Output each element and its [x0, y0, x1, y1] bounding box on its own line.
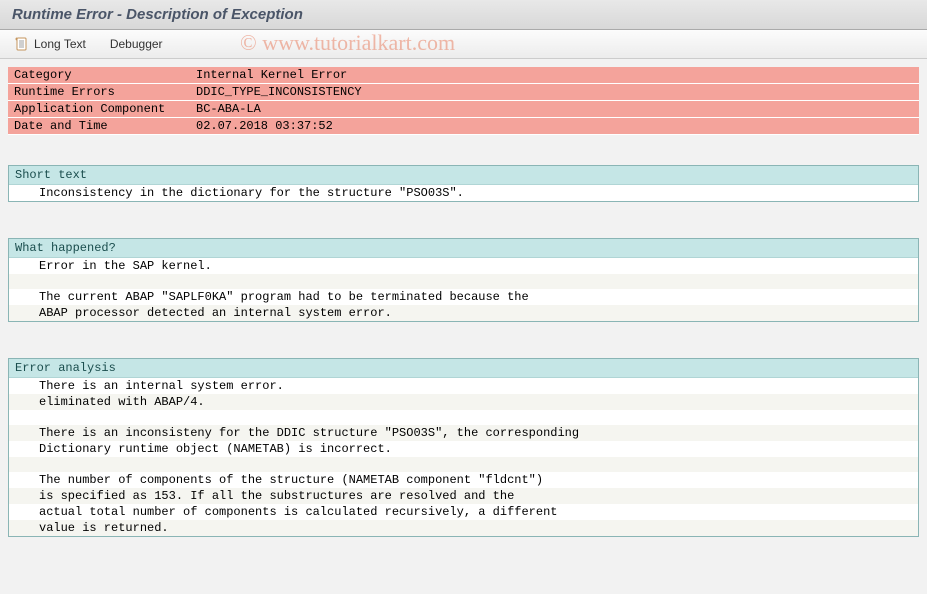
page-title: Runtime Error - Description of Exception	[12, 6, 915, 23]
text-line	[9, 457, 918, 472]
error-info-block: Category Internal Kernel Error Runtime E…	[8, 67, 919, 135]
info-value: Internal Kernel Error	[196, 68, 913, 82]
section-body: Inconsistency in the dictionary for the …	[9, 185, 918, 201]
content-area: Category Internal Kernel Error Runtime E…	[0, 59, 927, 537]
info-label: Date and Time	[14, 119, 196, 133]
info-row-date-time: Date and Time 02.07.2018 03:37:52	[8, 118, 919, 135]
section-header: Error analysis	[9, 359, 918, 378]
short-text-section: Short text Inconsistency in the dictiona…	[8, 165, 919, 202]
long-text-button[interactable]: Long Text	[10, 34, 90, 54]
info-label: Category	[14, 68, 196, 82]
error-analysis-section: Error analysis There is an internal syst…	[8, 358, 919, 537]
text-line: value is returned.	[9, 520, 918, 536]
long-text-label: Long Text	[34, 37, 86, 51]
info-label: Application Component	[14, 102, 196, 116]
section-header: What happened?	[9, 239, 918, 258]
text-line: There is an internal system error.	[9, 378, 918, 394]
info-row-category: Category Internal Kernel Error	[8, 67, 919, 84]
info-value: BC-ABA-LA	[196, 102, 913, 116]
text-line: actual total number of components is cal…	[9, 504, 918, 520]
title-bar: Runtime Error - Description of Exception	[0, 0, 927, 30]
info-value: DDIC_TYPE_INCONSISTENCY	[196, 85, 913, 99]
text-line: There is an inconsisteny for the DDIC st…	[9, 425, 918, 441]
text-line: ABAP processor detected an internal syst…	[9, 305, 918, 321]
what-happened-section: What happened? Error in the SAP kernel. …	[8, 238, 919, 322]
info-value: 02.07.2018 03:37:52	[196, 119, 913, 133]
text-line: The number of components of the structur…	[9, 472, 918, 488]
text-line: The current ABAP "SAPLF0KA" program had …	[9, 289, 918, 305]
text-line: Error in the SAP kernel.	[9, 258, 918, 274]
debugger-label: Debugger	[110, 37, 163, 51]
text-line: eliminated with ABAP/4.	[9, 394, 918, 410]
text-line: is specified as 153. If all the substruc…	[9, 488, 918, 504]
text-line: Dictionary runtime object (NAMETAB) is i…	[9, 441, 918, 457]
debugger-button[interactable]: Debugger	[106, 35, 167, 53]
info-label: Runtime Errors	[14, 85, 196, 99]
info-row-runtime-errors: Runtime Errors DDIC_TYPE_INCONSISTENCY	[8, 84, 919, 101]
text-line	[9, 274, 918, 289]
info-row-app-component: Application Component BC-ABA-LA	[8, 101, 919, 118]
text-line: Inconsistency in the dictionary for the …	[9, 185, 918, 201]
toolbar: Long Text Debugger	[0, 30, 927, 59]
section-body: Error in the SAP kernel. The current ABA…	[9, 258, 918, 321]
scroll-icon	[14, 36, 30, 52]
text-line	[9, 410, 918, 425]
section-header: Short text	[9, 166, 918, 185]
section-body: There is an internal system error. elimi…	[9, 378, 918, 536]
